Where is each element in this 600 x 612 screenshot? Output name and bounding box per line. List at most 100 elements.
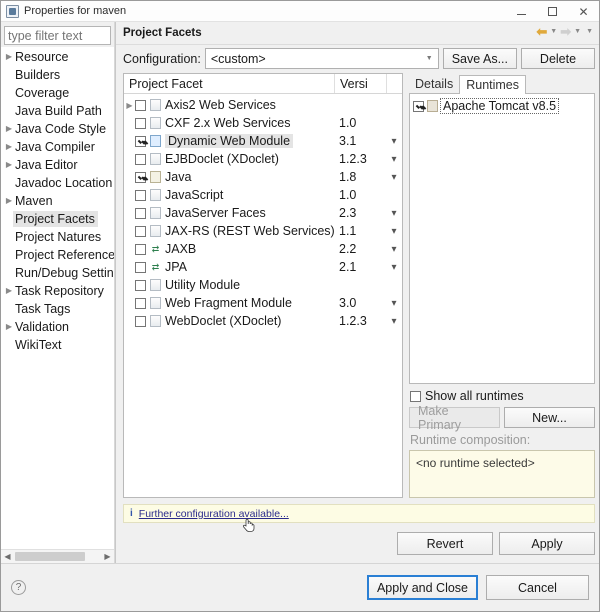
row-checkbox[interactable] [135,261,146,273]
facet-version-menu-icon[interactable]: ▾ [386,298,402,309]
table-row[interactable]: ▶ Axis2 Web Services [124,96,402,114]
table-row[interactable]: CXF 2.x Web Services 1.0 [124,114,402,132]
table-row[interactable]: EJBDoclet (XDoclet) 1.2.3 ▾ [124,150,402,168]
facet-version-menu-icon[interactable]: ▾ [386,226,402,237]
apply-button[interactable]: Apply [499,532,595,555]
sidebar-item-run-debug-settings[interactable]: Run/Debug Settings [1,264,114,282]
forward-arrow-icon[interactable]: ➡ [560,25,571,38]
row-checkbox[interactable] [135,243,146,255]
column-header-spacer [386,74,402,93]
tab-runtimes[interactable]: Runtimes [459,75,527,94]
facet-version-menu-icon[interactable]: ▾ [386,244,402,255]
sidebar-item-maven[interactable]: ▶ Maven [1,192,114,210]
apply-and-close-button[interactable]: Apply and Close [366,575,478,600]
sidebar-item-validation[interactable]: ▶ Validation [1,318,114,336]
table-row[interactable]: WebDoclet (XDoclet) 1.2.3 ▾ [124,312,402,330]
sidebar-item-task-tags[interactable]: Task Tags [1,300,114,318]
sidebar-item-wikitext[interactable]: WikiText [1,336,114,354]
row-checkbox[interactable] [135,315,146,327]
row-checkbox[interactable] [135,99,146,111]
sidebar-item-coverage[interactable]: Coverage [1,84,114,102]
help-icon[interactable]: ? [11,580,26,595]
configuration-row: Configuration: <custom> ▼ Save As... Del… [116,45,599,73]
sidebar-item-task-repository[interactable]: ▶ Task Repository [1,282,114,300]
sidebar-item-java-code-style[interactable]: ▶ Java Code Style [1,120,114,138]
sidebar-item-java-editor[interactable]: ▶ Java Editor [1,156,114,174]
table-row[interactable]: Java 1.8 ▾ [124,168,402,186]
table-row[interactable]: Utility Module [124,276,402,294]
info-icon: i [130,508,133,519]
facet-binding-icon: ⇄ [151,244,160,254]
sidebar-item-project-natures[interactable]: Project Natures [1,228,114,246]
configuration-select[interactable]: <custom> ▼ [204,48,439,69]
show-all-runtimes-checkbox[interactable] [410,390,421,402]
chevron-right-icon[interactable]: ▶ [124,101,135,110]
save-as-button[interactable]: Save As... [442,48,517,69]
facet-version: 2.1 [339,260,357,274]
table-row[interactable]: JavaScript 1.0 [124,186,402,204]
table-row[interactable]: Web Fragment Module 3.0 ▾ [124,294,402,312]
row-checkbox[interactable] [135,189,146,201]
facet-name-text: Axis2 Web Services [165,98,276,112]
sidebar-item-javadoc-location[interactable]: Javadoc Location [1,174,114,192]
row-checkbox[interactable] [135,207,146,219]
row-checkbox[interactable] [135,297,146,309]
sidebar-item-resource[interactable]: ▶ Resource [1,48,114,66]
close-button[interactable]: ✕ [568,1,599,22]
filter-input[interactable] [4,26,111,45]
scroll-left-icon[interactable]: ◀ [1,550,14,563]
forward-dropdown-caret-icon[interactable]: ▼ [572,28,583,35]
list-item[interactable]: Apache Tomcat v8.5 [413,98,591,114]
revert-button[interactable]: Revert [397,532,493,555]
facet-version-menu-icon[interactable]: ▾ [386,208,402,219]
scrollbar-thumb[interactable] [15,552,85,561]
further-configuration-link[interactable]: Further configuration available... [139,508,289,520]
runtimes-list[interactable]: Apache Tomcat v8.5 [409,93,595,384]
facet-version: 2.2 [339,242,357,256]
facet-version-menu-icon[interactable]: ▾ [386,136,402,147]
table-row[interactable]: Dynamic Web Module 3.1 ▾ [124,132,402,150]
table-row[interactable]: JavaServer Faces 2.3 ▾ [124,204,402,222]
sidebar-item-builders[interactable]: Builders [1,66,114,84]
sidebar-item-project-references[interactable]: Project References [1,246,114,264]
sidebar-horizontal-scrollbar[interactable]: ◀ ▶ [1,549,114,563]
page-title-bar: Project Facets ⬅ ▼ ➡ ▼ ▼ [116,22,599,45]
row-checkbox[interactable] [135,279,146,291]
facet-version: 3.1 [339,134,357,148]
back-arrow-icon[interactable]: ⬅ [536,25,547,38]
cancel-button[interactable]: Cancel [486,575,589,600]
row-checkbox[interactable] [135,117,146,129]
title-bar: Properties for maven ✕ [1,1,599,22]
facet-version-menu-icon[interactable]: ▾ [386,154,402,165]
column-header-project-facet[interactable]: Project Facet [124,74,334,93]
sidebar-item-label: Run/Debug Settings [15,266,114,280]
sidebar-item-java-build-path[interactable]: Java Build Path [1,102,114,120]
tab-details[interactable]: Details [409,75,460,93]
minimize-button[interactable] [506,1,537,22]
table-row[interactable]: ⇄ JAXB 2.2 ▾ [124,240,402,258]
maximize-button[interactable] [537,1,568,22]
delete-button[interactable]: Delete [521,48,595,69]
page-title: Project Facets [123,27,202,39]
row-checkbox[interactable] [135,171,146,183]
facet-web-icon [150,135,161,147]
sidebar-item-java-compiler[interactable]: ▶ Java Compiler [1,138,114,156]
facet-version-menu-icon[interactable]: ▾ [386,172,402,183]
make-primary-button[interactable]: Make Primary [409,404,500,432]
column-header-version[interactable]: Versi [334,74,386,93]
row-checkbox[interactable] [135,225,146,237]
table-row[interactable]: ⇄ JPA 2.1 ▾ [124,258,402,276]
table-row[interactable]: JAX-RS (REST Web Services) 1.1 ▾ [124,222,402,240]
sidebar-item-project-facets[interactable]: Project Facets [1,210,114,228]
view-menu-caret-icon[interactable]: ▼ [584,28,595,35]
back-dropdown-caret-icon[interactable]: ▼ [548,28,559,35]
facet-version-menu-icon[interactable]: ▾ [386,262,402,273]
new-runtime-button[interactable]: New... [504,407,595,428]
facet-version-menu-icon[interactable]: ▾ [386,316,402,327]
scroll-right-icon[interactable]: ▶ [101,550,114,563]
facets-panes: Project Facet Versi ▶ Axis2 Web Services [116,73,599,498]
row-checkbox[interactable] [135,135,146,147]
row-checkbox[interactable] [135,153,146,165]
runtime-checkbox[interactable] [413,100,424,112]
runtime-composition-value: <no runtime selected> [416,456,535,470]
